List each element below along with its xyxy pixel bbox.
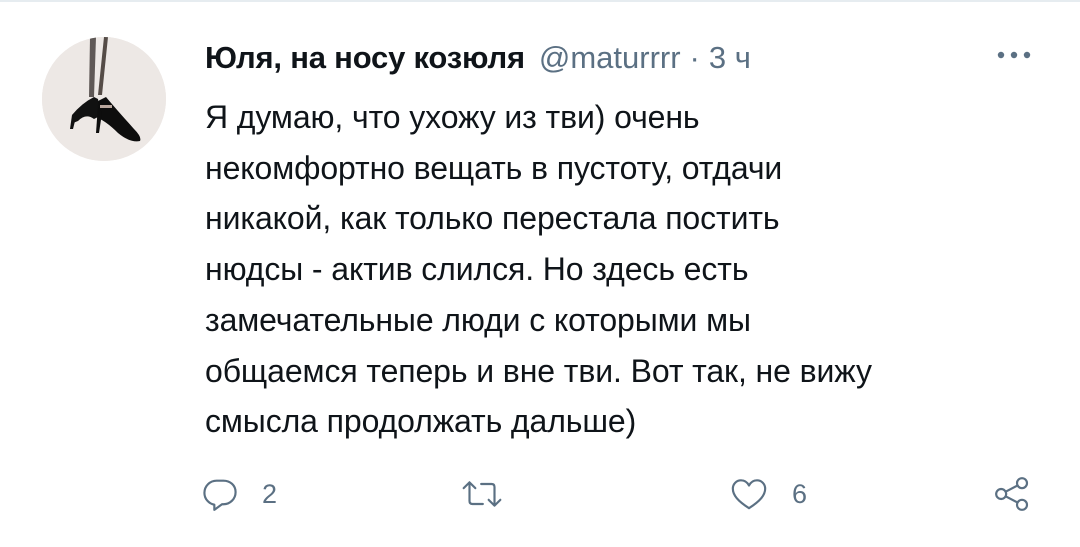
tweet-text-line: общаемся теперь и вне тви. Вот так, не в… <box>205 352 872 389</box>
retweet-button[interactable] <box>460 468 526 520</box>
reply-icon <box>203 479 237 511</box>
tweet-text-line: замечательные люди с которыми мы <box>205 301 751 338</box>
tweet[interactable]: Юля, на носу козюля @maturrrr · 3 ч Я ду… <box>0 0 1080 547</box>
tweet-text: Я думаю, что ухожу из тви) очень некомфо… <box>205 92 1040 447</box>
share-button[interactable] <box>992 468 1032 520</box>
retweet-icon <box>462 481 502 507</box>
like-count: 6 <box>792 478 808 509</box>
tweet-text-line: некомфортно вещать в пустоту, отдачи <box>205 149 783 186</box>
avatar-photo <box>42 37 166 161</box>
more-button[interactable] <box>988 40 1040 70</box>
tweet-text-line: никакой, как только перестала постить <box>205 200 780 237</box>
like-button[interactable]: 6 <box>728 468 807 520</box>
more-dots-icon <box>997 51 1031 59</box>
display-name[interactable]: Юля, на носу козюля <box>205 40 525 76</box>
separator-dot: · <box>689 40 700 75</box>
tweet-header: Юля, на носу козюля @maturrrr · 3 ч <box>205 40 751 80</box>
tweet-text-line: Я думаю, что ухожу из тви) очень <box>205 99 700 135</box>
heart-icon <box>731 479 767 510</box>
share-icon <box>995 477 1029 511</box>
reply-count: 2 <box>262 478 278 509</box>
timestamp[interactable]: 3 ч <box>709 40 751 76</box>
tweet-text-line: смысла продолжать дальше) <box>205 403 637 440</box>
avatar[interactable] <box>42 37 166 161</box>
tweet-text-line: нюдсы - актив слился. Но здесь есть <box>205 251 749 288</box>
action-bar: 2 6 <box>200 468 1080 520</box>
user-handle[interactable]: @maturrrr <box>539 40 681 76</box>
reply-button[interactable]: 2 <box>200 468 277 520</box>
divider <box>0 0 1080 2</box>
